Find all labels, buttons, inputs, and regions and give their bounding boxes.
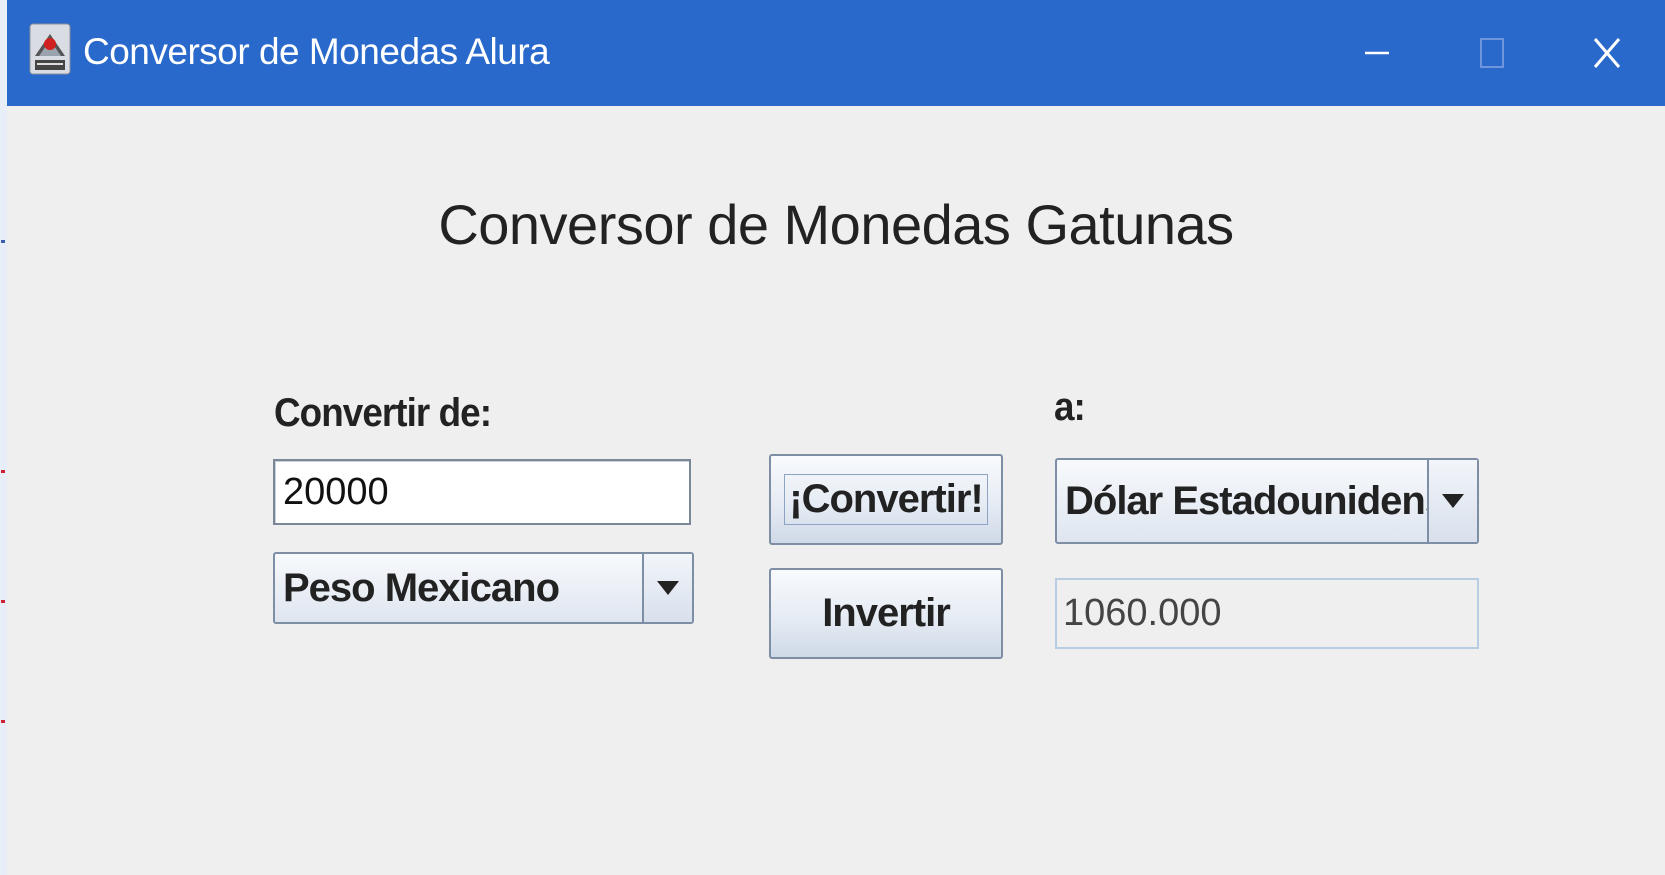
window-title: Conversor de Monedas Alura [83, 31, 550, 72]
convert-button-label: ¡Convertir! [784, 474, 988, 525]
from-currency-value: Peso Mexicano [283, 565, 560, 610]
result-field: 1060.000 [1055, 578, 1479, 649]
minimize-button[interactable] [1322, 0, 1432, 106]
dropdown-arrow-button[interactable] [642, 554, 692, 622]
to-currency-select[interactable]: Dólar Estadounidense [1055, 458, 1479, 544]
maximize-icon [1480, 38, 1504, 68]
app-window: Conversor de Monedas Alura Conversor de … [7, 0, 1665, 875]
close-icon [1593, 38, 1621, 68]
close-button[interactable] [1552, 0, 1662, 106]
java-app-icon [29, 22, 71, 77]
convert-from-label: Convertir de: [274, 391, 492, 435]
chevron-down-icon [657, 581, 679, 595]
dropdown-arrow-button[interactable] [1427, 460, 1477, 542]
from-currency-select[interactable]: Peso Mexicano [273, 552, 694, 624]
convert-button[interactable]: ¡Convertir! [769, 454, 1003, 545]
convert-to-label: a: [1054, 385, 1086, 429]
invert-button[interactable]: Invertir [769, 568, 1003, 659]
amount-input[interactable] [273, 459, 691, 525]
chevron-down-icon [1442, 494, 1464, 508]
to-currency-value: Dólar Estadounidense [1065, 478, 1427, 523]
minimize-icon [1365, 51, 1389, 55]
maximize-button[interactable] [1437, 0, 1547, 106]
title-bar[interactable]: Conversor de Monedas Alura [7, 0, 1665, 106]
invert-button-label: Invertir [822, 591, 951, 635]
app-heading: Conversor de Monedas Gatunas [438, 193, 1234, 256]
